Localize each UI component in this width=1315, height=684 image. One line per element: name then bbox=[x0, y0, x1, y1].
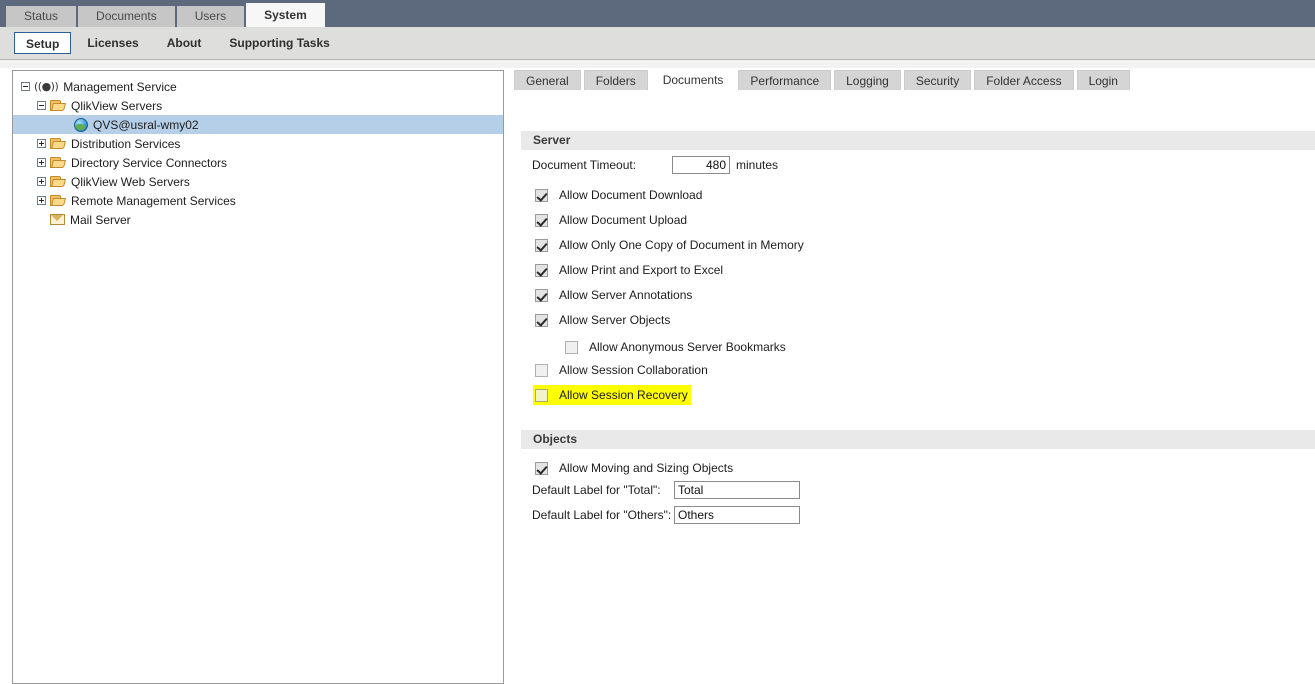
envelope-icon bbox=[50, 214, 65, 225]
default-label-total-input[interactable] bbox=[674, 481, 800, 499]
tree-node-label: Remote Management Services bbox=[71, 193, 236, 208]
folder-icon bbox=[50, 156, 66, 169]
checkbox-row-allow-server-objects[interactable]: Allow Server Objects bbox=[535, 312, 670, 328]
checkbox-row-allow-print-export-excel[interactable]: Allow Print and Export to Excel bbox=[535, 262, 723, 278]
document-timeout-unit: minutes bbox=[736, 158, 779, 172]
checkbox-icon[interactable] bbox=[535, 363, 548, 377]
expand-toggle-icon[interactable] bbox=[37, 139, 46, 148]
checkbox-icon[interactable] bbox=[565, 340, 578, 354]
objects-section-header: Objects bbox=[521, 430, 1315, 449]
checkbox-row-allow-session-recovery[interactable]: Allow Session Recovery bbox=[533, 385, 691, 405]
checkbox-label: Allow Document Download bbox=[559, 188, 703, 202]
tree-node-directory-service-connectors[interactable]: Directory Service Connectors bbox=[13, 153, 503, 172]
default-label-others-label: Default Label for "Others": bbox=[532, 508, 672, 522]
tab-login[interactable]: Login bbox=[1076, 70, 1130, 90]
tree-node-remote-management-services[interactable]: Remote Management Services bbox=[13, 191, 503, 210]
tab-folders[interactable]: Folders bbox=[583, 70, 648, 90]
expand-toggle-icon[interactable] bbox=[37, 177, 46, 186]
checkbox-icon[interactable] bbox=[535, 313, 548, 327]
main-tab-system[interactable]: System bbox=[246, 3, 325, 27]
document-timeout-row: Document Timeout: minutes bbox=[532, 155, 778, 175]
tree-node-qlikview-web-servers[interactable]: QlikView Web Servers bbox=[13, 172, 503, 191]
tab-folder-access[interactable]: Folder Access bbox=[974, 70, 1074, 90]
checkbox-label: Allow Session Collaboration bbox=[559, 363, 708, 377]
main-tab-users[interactable]: Users bbox=[176, 6, 245, 27]
spacer-icon bbox=[61, 120, 70, 129]
tree-node-label: QlikView Servers bbox=[71, 98, 163, 113]
sub-nav-licenses[interactable]: Licenses bbox=[75, 32, 150, 54]
tab-documents[interactable]: Documents bbox=[650, 68, 736, 90]
tree-node-label: QVS@usral-wmy02 bbox=[93, 117, 199, 132]
default-label-total-row: Default Label for "Total": bbox=[532, 480, 800, 500]
checkbox-label: Allow Server Annotations bbox=[559, 288, 693, 302]
folder-icon bbox=[50, 175, 66, 188]
default-label-others-row: Default Label for "Others": bbox=[532, 505, 800, 525]
tree-node-label: Management Service bbox=[63, 79, 177, 94]
folder-icon bbox=[50, 194, 66, 207]
main-tab-status[interactable]: Status bbox=[6, 6, 77, 27]
collapse-toggle-icon[interactable] bbox=[21, 82, 30, 91]
checkbox-icon[interactable] bbox=[535, 263, 548, 277]
sub-nav-supporting-tasks[interactable]: Supporting Tasks bbox=[217, 32, 341, 54]
tree-node-distribution-services[interactable]: Distribution Services bbox=[13, 134, 503, 153]
collapse-toggle-icon[interactable] bbox=[37, 101, 46, 110]
checkbox-icon[interactable] bbox=[535, 461, 548, 475]
sub-nav-about[interactable]: About bbox=[155, 32, 214, 54]
checkbox-label: Allow Anonymous Server Bookmarks bbox=[589, 340, 786, 354]
expand-toggle-icon[interactable] bbox=[37, 196, 46, 205]
checkbox-icon[interactable] bbox=[535, 238, 548, 252]
sub-nav-bar: Setup Licenses About Supporting Tasks bbox=[0, 27, 1315, 60]
main-tab-bar: Status Documents Users System bbox=[0, 0, 1315, 27]
checkbox-label: Allow Only One Copy of Document in Memor… bbox=[559, 238, 804, 252]
checkbox-label: Allow Server Objects bbox=[559, 313, 671, 327]
tab-security[interactable]: Security bbox=[903, 70, 972, 90]
checkbox-label: Allow Session Recovery bbox=[559, 388, 688, 402]
tab-general[interactable]: General bbox=[514, 70, 581, 90]
checkbox-row-allow-only-one-copy[interactable]: Allow Only One Copy of Document in Memor… bbox=[535, 237, 804, 253]
tab-logging[interactable]: Logging bbox=[834, 70, 901, 90]
checkbox-row-allow-server-annotations[interactable]: Allow Server Annotations bbox=[535, 287, 692, 303]
globe-icon bbox=[74, 117, 88, 132]
tree-node-label: Directory Service Connectors bbox=[71, 155, 228, 170]
checkbox-label: Allow Print and Export to Excel bbox=[559, 263, 724, 277]
expand-toggle-icon[interactable] bbox=[37, 158, 46, 167]
tree-node-qlikview-servers[interactable]: QlikView Servers bbox=[13, 96, 503, 115]
default-label-total-label: Default Label for "Total": bbox=[532, 483, 661, 497]
default-label-others-input[interactable] bbox=[674, 506, 800, 524]
checkbox-row-allow-document-download[interactable]: Allow Document Download bbox=[535, 187, 702, 203]
tree-node-qvs-usral-wmy02[interactable]: QVS@usral-wmy02 bbox=[13, 115, 503, 134]
documents-settings-panel: Server Document Timeout: minutes Allow D… bbox=[514, 90, 1315, 684]
checkbox-row-allow-session-collaboration[interactable]: Allow Session Collaboration bbox=[535, 362, 708, 378]
checkbox-icon[interactable] bbox=[535, 388, 548, 402]
checkbox-row-allow-document-upload[interactable]: Allow Document Upload bbox=[535, 212, 687, 228]
checkbox-label: Allow Document Upload bbox=[559, 213, 688, 227]
folder-icon bbox=[50, 99, 66, 112]
antenna-icon: ((●)) bbox=[34, 80, 59, 93]
service-tree: ((●)) Management Service QlikView Server… bbox=[13, 71, 503, 229]
tab-performance[interactable]: Performance bbox=[738, 70, 832, 90]
tree-node-label: QlikView Web Servers bbox=[71, 174, 190, 189]
nav-divider-strip bbox=[0, 60, 1315, 68]
tree-node-label: Mail Server bbox=[70, 212, 131, 227]
document-timeout-input[interactable] bbox=[672, 156, 730, 174]
sub-nav-setup[interactable]: Setup bbox=[14, 32, 72, 54]
document-timeout-label: Document Timeout: bbox=[532, 158, 637, 172]
checkbox-icon[interactable] bbox=[535, 288, 548, 302]
service-tree-panel: ((●)) Management Service QlikView Server… bbox=[12, 70, 504, 684]
server-section-header: Server bbox=[521, 131, 1315, 150]
checkbox-icon[interactable] bbox=[535, 213, 548, 227]
checkbox-icon[interactable] bbox=[535, 188, 548, 202]
tree-node-mail-server[interactable]: Mail Server bbox=[13, 210, 503, 229]
checkbox-row-allow-anonymous-server-bookmarks[interactable]: Allow Anonymous Server Bookmarks bbox=[565, 339, 786, 355]
tree-node-management-service[interactable]: ((●)) Management Service bbox=[13, 77, 503, 96]
checkbox-row-allow-moving-sizing-objects[interactable]: Allow Moving and Sizing Objects bbox=[535, 460, 733, 476]
main-tab-documents[interactable]: Documents bbox=[78, 6, 175, 27]
settings-tab-bar: General Folders Documents Performance Lo… bbox=[514, 68, 1315, 90]
folder-icon bbox=[50, 137, 66, 150]
tree-node-label: Distribution Services bbox=[71, 136, 181, 151]
checkbox-label: Allow Moving and Sizing Objects bbox=[559, 461, 734, 475]
settings-content-area: General Folders Documents Performance Lo… bbox=[514, 68, 1315, 684]
